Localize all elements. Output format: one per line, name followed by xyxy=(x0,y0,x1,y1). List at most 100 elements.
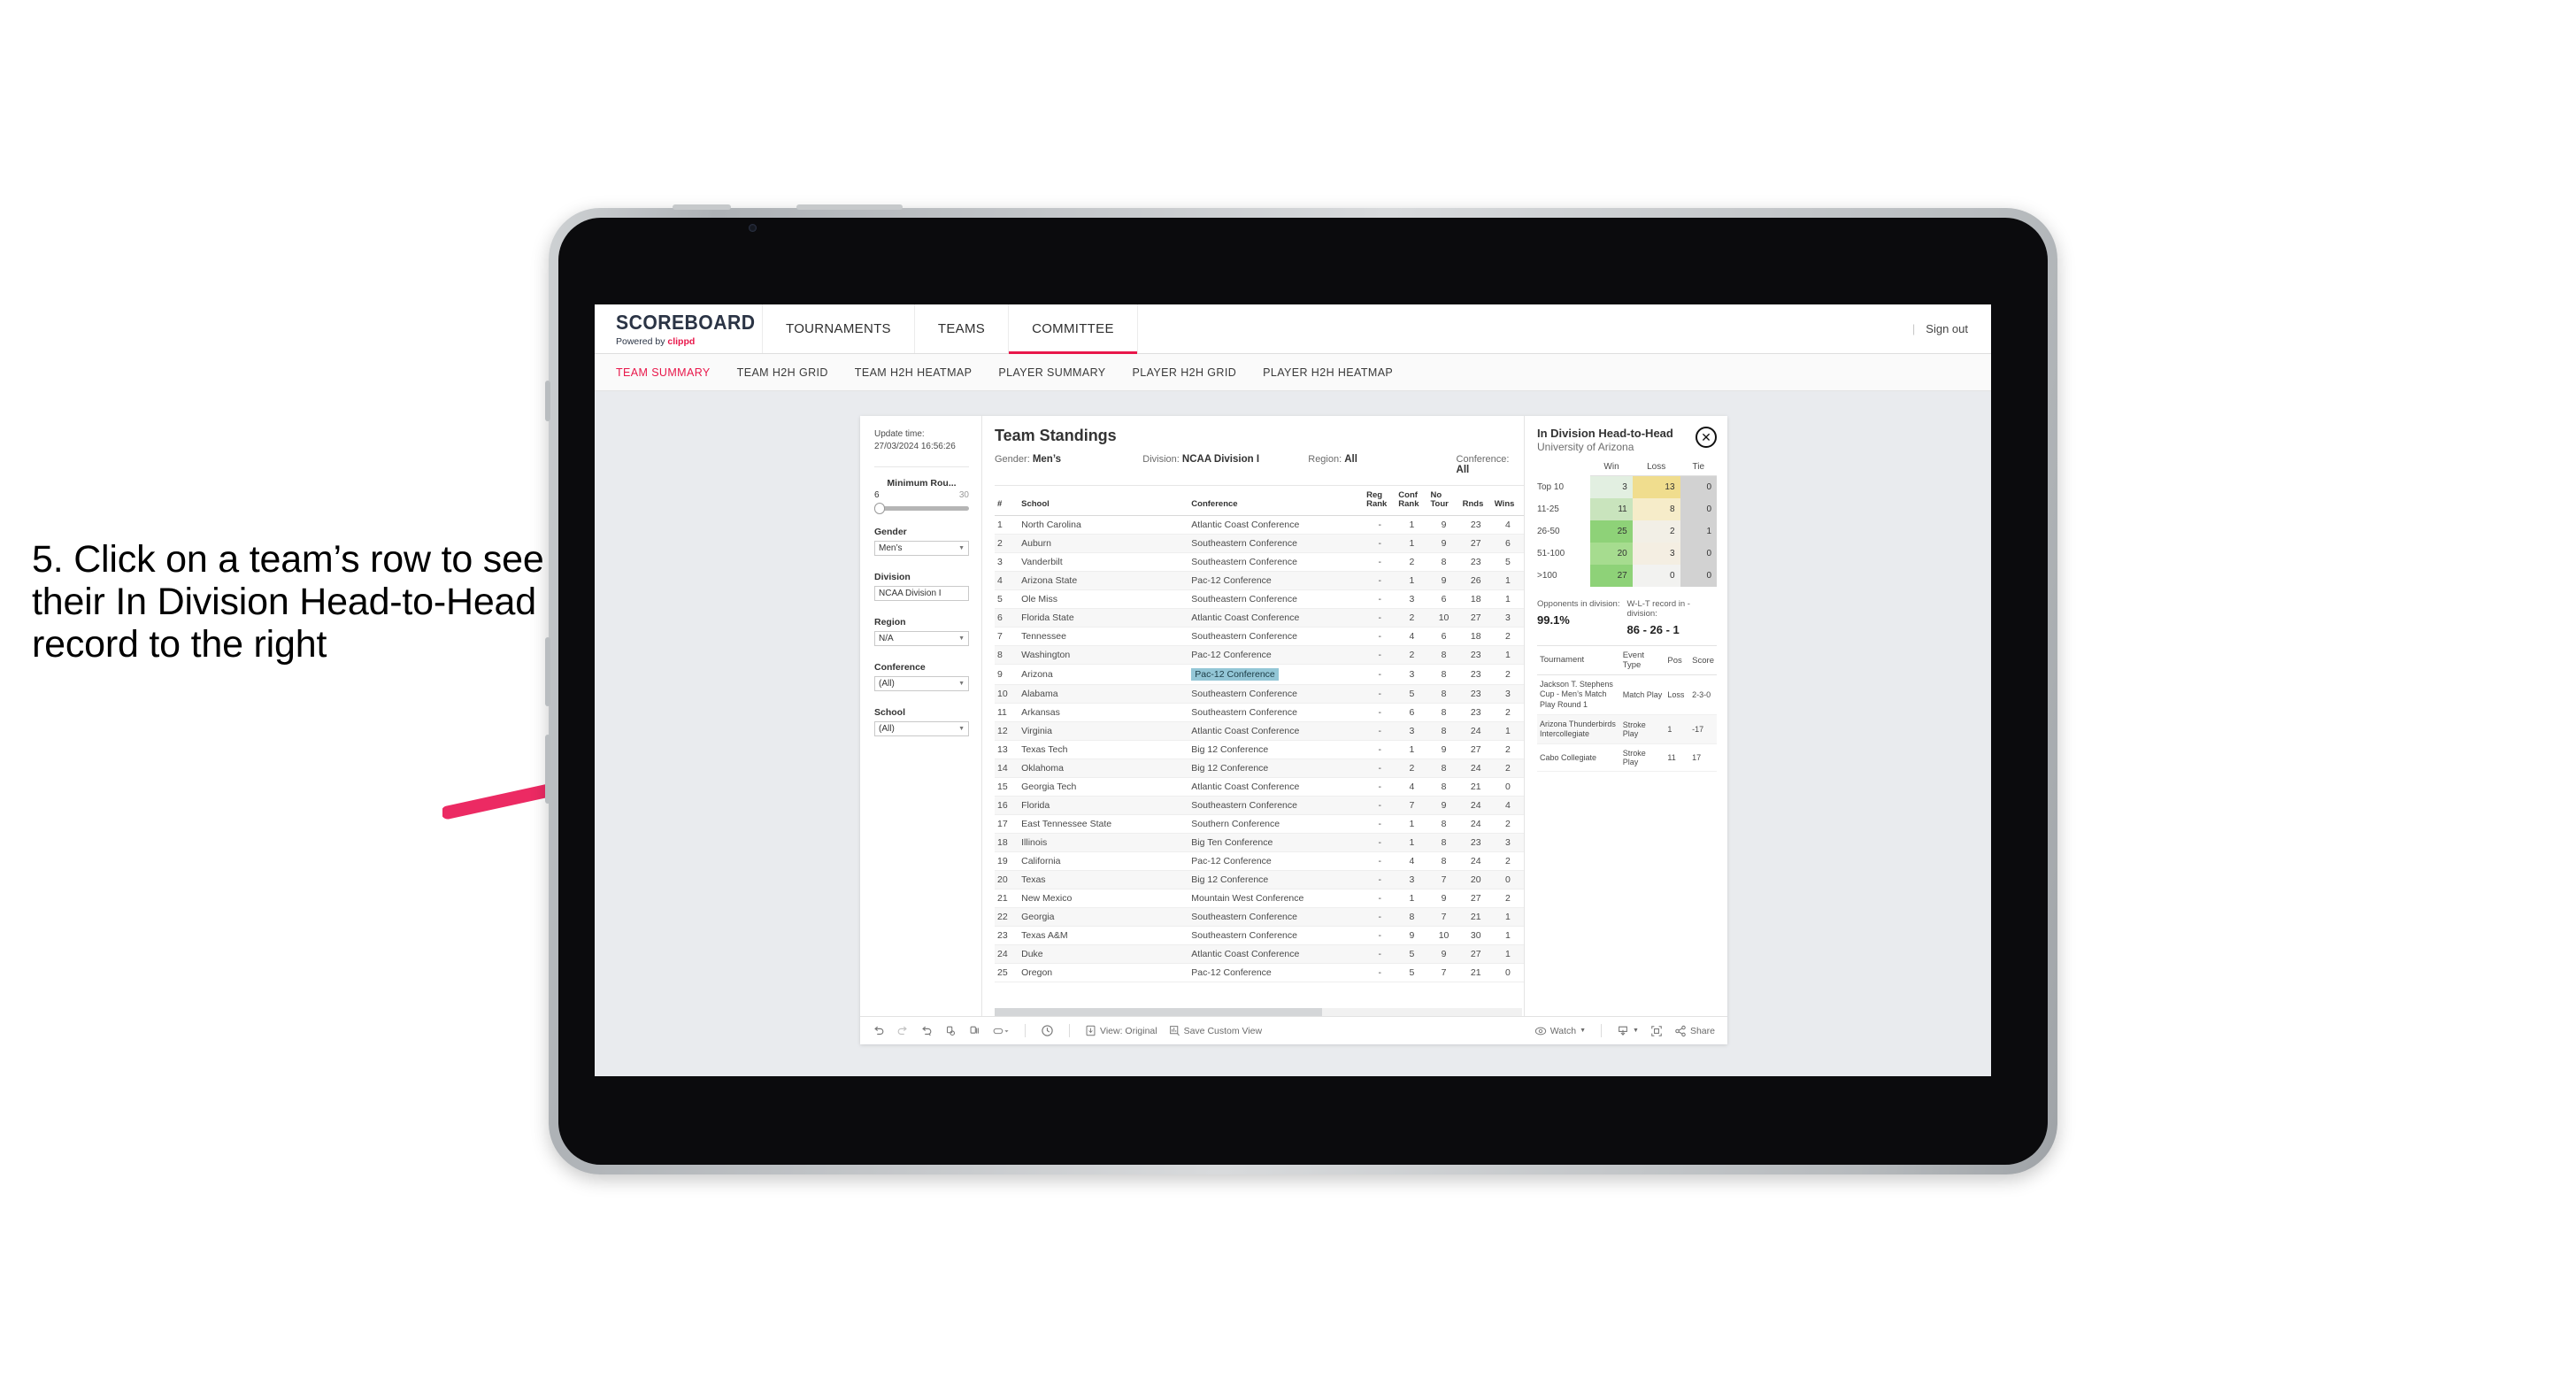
col-school[interactable]: School xyxy=(1019,486,1189,516)
cell-school: Oklahoma xyxy=(1019,758,1189,778)
filter-divider xyxy=(874,466,969,467)
tournament-row[interactable]: Arizona Thunderbirds Intercollegiate Stro… xyxy=(1537,714,1717,745)
cell-rank: 15 xyxy=(995,777,1019,797)
table-row[interactable]: 15 Georgia Tech Atlantic Coast Conference -… xyxy=(995,777,1524,797)
table-row[interactable]: 5 Ole Miss Southeastern Conference -3 6 18 1 xyxy=(995,589,1524,609)
close-icon[interactable]: ✕ xyxy=(1696,427,1717,448)
table-row[interactable]: 7 Tennessee Southeastern Conference -4 6 18 2 xyxy=(995,627,1524,646)
tab-team-summary[interactable]: TEAM SUMMARY xyxy=(616,366,711,379)
sign-out-link[interactable]: Sign out xyxy=(1926,322,1968,335)
cell-conference: Southeastern Conference xyxy=(1188,703,1365,722)
col-rnds[interactable]: Rnds xyxy=(1459,486,1492,516)
cell-conf-rank: 1 xyxy=(1396,740,1428,759)
view-original-button[interactable]: View: Original xyxy=(1085,1025,1157,1036)
table-row[interactable]: 9 Arizona Pac-12 Conference -3 8 23 2 xyxy=(995,664,1524,685)
cell-conference: Pac-12 Conference xyxy=(1188,664,1365,685)
cell-conf-rank: 1 xyxy=(1396,571,1428,590)
table-row[interactable]: 24 Duke Atlantic Coast Conference -5 9 27 1 xyxy=(995,944,1524,964)
brand-logo[interactable]: SCOREBOARD Powered by clippd xyxy=(595,304,763,353)
col-conf-rank[interactable]: Conf Rank xyxy=(1396,486,1428,516)
table-row[interactable]: 22 Georgia Southeastern Conference -8 7 21 1 xyxy=(995,907,1524,927)
nav-right-group: | Sign out xyxy=(1912,304,1991,353)
table-row[interactable]: 20 Texas Big 12 Conference -3 7 20 0 xyxy=(995,870,1524,889)
download-button[interactable]: ▼ xyxy=(1617,1025,1639,1037)
tab-player-summary[interactable]: PLAYER SUMMARY xyxy=(998,366,1105,379)
highlight-icon[interactable] xyxy=(992,1025,1010,1037)
nav-item-committee[interactable]: COMMITTEE xyxy=(1009,304,1138,354)
slider-max-value: 30 xyxy=(958,490,969,500)
fullscreen-icon[interactable] xyxy=(1650,1025,1663,1037)
share-button[interactable]: Share xyxy=(1674,1025,1715,1037)
undo-icon[interactable] xyxy=(873,1025,885,1037)
h2h-win-cell: 20 xyxy=(1590,543,1633,565)
cell-school: Arizona xyxy=(1019,664,1189,685)
table-row[interactable]: 1 North Carolina Atlantic Coast Conference… xyxy=(995,515,1524,535)
table-row[interactable]: 19 California Pac-12 Conference -4 8 24 2 xyxy=(995,851,1524,871)
filter-region-select[interactable]: N/A ▼ xyxy=(874,631,969,646)
table-row[interactable]: 10 Alabama Southeastern Conference -5 8 23 3 xyxy=(995,684,1524,704)
cell-wins: 1 xyxy=(1491,944,1524,964)
refresh-data-icon[interactable] xyxy=(944,1025,957,1037)
h2h-tie-cell: 0 xyxy=(1680,498,1717,520)
filter-division-select[interactable]: NCAA Division I xyxy=(874,586,969,601)
nav-item-teams[interactable]: TEAMS xyxy=(915,304,1010,353)
tab-team-h2h-heatmap[interactable]: TEAM H2H HEATMAP xyxy=(855,366,973,379)
standings-table-scroll[interactable]: # School Conference Reg Rank Conf Rank N… xyxy=(995,486,1524,1008)
clippd-name: clippd xyxy=(667,336,696,347)
cell-conference: Pac-12 Conference xyxy=(1188,571,1365,590)
col-wins[interactable]: Wins xyxy=(1491,486,1524,516)
h2h-loss-cell: 8 xyxy=(1632,498,1680,520)
table-row[interactable]: 17 East Tennessee State Southern Conferenc… xyxy=(995,814,1524,834)
stat-opponents-value: 99.1% xyxy=(1537,613,1570,627)
table-row[interactable]: 4 Arizona State Pac-12 Conference -1 9 26 1 xyxy=(995,571,1524,590)
table-row[interactable]: 14 Oklahoma Big 12 Conference -2 8 24 2 xyxy=(995,758,1524,778)
cell-no-tour: 8 xyxy=(1427,645,1460,665)
h2h-win-cell: 11 xyxy=(1590,498,1633,520)
table-row[interactable]: 13 Texas Tech Big 12 Conference -1 9 27 2 xyxy=(995,740,1524,759)
table-row[interactable]: 6 Florida State Atlantic Coast Conference -… xyxy=(995,608,1524,628)
tab-player-h2h-heatmap[interactable]: PLAYER H2H HEATMAP xyxy=(1263,366,1393,379)
tab-team-h2h-grid[interactable]: TEAM H2H GRID xyxy=(737,366,828,379)
revert-icon[interactable] xyxy=(920,1025,933,1037)
cell-conference: Pac-12 Conference xyxy=(1188,963,1365,982)
minimum-rounds-slider[interactable] xyxy=(874,503,969,514)
table-row[interactable]: 16 Florida Southeastern Conference -7 9 24 4 xyxy=(995,796,1524,815)
pause-data-icon[interactable] xyxy=(968,1025,980,1037)
cell-conference: Pac-12 Conference xyxy=(1188,851,1365,871)
cell-conference: Southern Conference xyxy=(1188,814,1365,834)
redo-icon[interactable] xyxy=(896,1025,909,1037)
col-conference[interactable]: Conference xyxy=(1188,486,1365,516)
save-custom-view-button[interactable]: Save Custom View xyxy=(1169,1025,1262,1036)
table-row[interactable]: 8 Washington Pac-12 Conference -2 8 23 1 xyxy=(995,645,1524,665)
tournament-row[interactable]: Jackson T. Stephens Cup - Men’s Match Pl… xyxy=(1537,674,1717,715)
cell-reg-rank: - xyxy=(1364,907,1396,927)
tournament-row[interactable]: Cabo Collegiate Stroke Play 11 17 xyxy=(1537,743,1717,773)
table-row[interactable]: 25 Oregon Pac-12 Conference -5 7 21 0 xyxy=(995,963,1524,982)
col-reg-rank[interactable]: Reg Rank xyxy=(1364,486,1396,516)
table-row[interactable]: 18 Illinois Big Ten Conference -1 8 23 3 xyxy=(995,833,1524,852)
filter-gender-select[interactable]: Men’s ▼ xyxy=(874,541,969,556)
tournament-header-row: Tournament Event Type Pos Score xyxy=(1537,645,1717,675)
watch-button[interactable]: Watch ▼ xyxy=(1534,1025,1586,1037)
table-row[interactable]: 23 Texas A&M Southeastern Conference -9 10 30… xyxy=(995,926,1524,945)
tablet-side-button-volume-up xyxy=(545,637,550,706)
table-row[interactable]: 21 New Mexico Mountain West Conference -1 9 2… xyxy=(995,889,1524,908)
cell-rnds: 21 xyxy=(1459,777,1492,797)
table-row[interactable]: 12 Virginia Atlantic Coast Conference -3 8 24… xyxy=(995,721,1524,741)
cell-conf-rank: 4 xyxy=(1396,627,1428,646)
cell-rank: 23 xyxy=(995,926,1019,945)
slider-handle[interactable] xyxy=(874,503,885,514)
table-row[interactable]: 11 Arkansas Southeastern Conference -6 8 23 2 xyxy=(995,703,1524,722)
clock-icon[interactable] xyxy=(1041,1024,1054,1037)
horizontal-scrollbar[interactable] xyxy=(995,1008,1522,1016)
table-row[interactable]: 3 Vanderbilt Southeastern Conference -2 8 23 5 xyxy=(995,552,1524,572)
nav-item-tournaments[interactable]: TOURNAMENTS xyxy=(763,304,915,353)
col-rank[interactable]: # xyxy=(995,486,1019,516)
scrollbar-thumb[interactable] xyxy=(995,1008,1322,1016)
tab-player-h2h-grid[interactable]: PLAYER H2H GRID xyxy=(1133,366,1237,379)
filter-conference-select[interactable]: (All) ▼ xyxy=(874,676,969,691)
filter-school-select[interactable]: (All) ▼ xyxy=(874,721,969,736)
col-no-tour[interactable]: No Tour xyxy=(1427,486,1460,516)
cell-rnds: 27 xyxy=(1459,740,1492,759)
table-row[interactable]: 2 Auburn Southeastern Conference -1 9 27 6 xyxy=(995,534,1524,553)
